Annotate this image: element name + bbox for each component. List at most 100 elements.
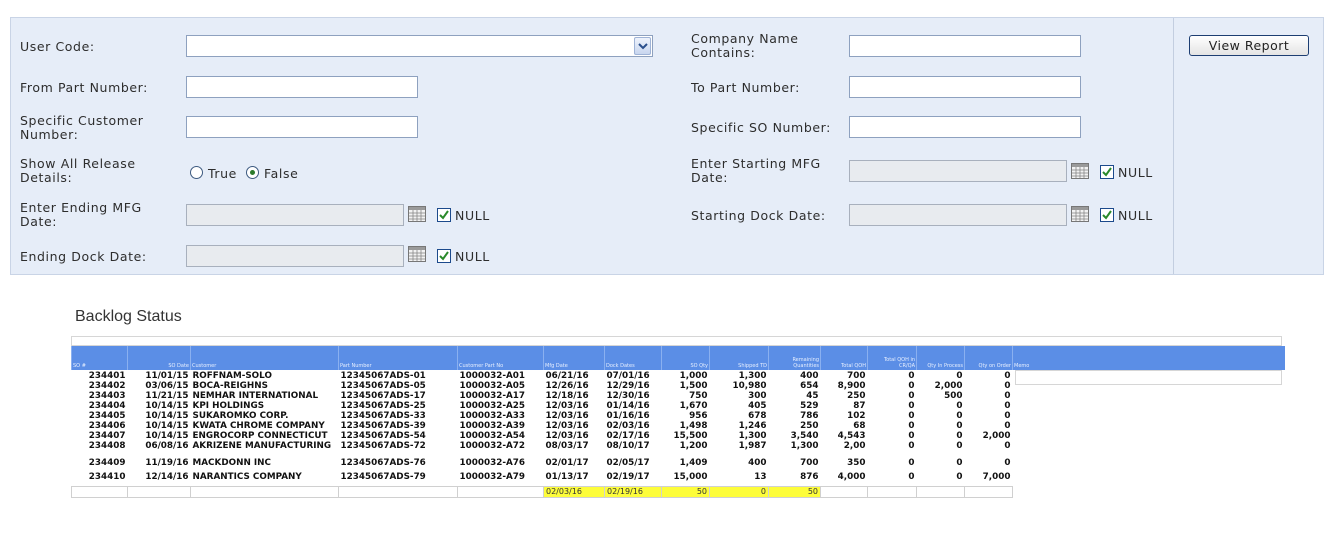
empty-total-cell [964, 485, 1013, 498]
table-cell: 1000032-A01 [459, 370, 526, 381]
report-toolbar-strip [71, 336, 1282, 346]
ending-dock-input[interactable] [186, 245, 404, 267]
table-cell: 234410 [88, 471, 126, 482]
table-row[interactable]: 234405 10/14/15 SUKAROMKO CORP. 12345067ADS… [72, 411, 1285, 421]
empty-total-cell [867, 485, 917, 498]
checkmark-icon[interactable] [437, 208, 451, 222]
table-cell: 234405 [88, 411, 126, 421]
table-row[interactable]: 234408 06/08/16 AKRIZENE MANUFACTURING 1234… [72, 441, 1285, 451]
table-cell: 0 [908, 401, 915, 411]
column-header[interactable]: SO Date [127, 346, 191, 370]
specific-so-input[interactable] [849, 116, 1081, 138]
show-all-release-label: Show All Release Details: [20, 156, 136, 185]
ending-mfg-null-checkbox[interactable]: NULL [437, 208, 497, 224]
table-cell: 1000032-A33 [459, 411, 526, 421]
table-cell: KPI HOLDINGS [192, 401, 265, 411]
ending-dock-null-checkbox[interactable]: NULL [437, 249, 497, 265]
user-code-select[interactable] [186, 35, 653, 57]
total-cell: 02/19/16 [604, 485, 662, 498]
from-part-input[interactable] [186, 76, 418, 98]
table-cell: 956 [689, 411, 708, 421]
starting-dock-input[interactable] [849, 204, 1067, 226]
starting-mfg-null-checkbox[interactable]: NULL [1100, 165, 1160, 181]
backlog-table: SO # SO Date Customer Part Number Custom… [71, 346, 1285, 498]
memo-cell [1013, 421, 1285, 431]
column-header[interactable]: SO # [71, 346, 128, 370]
column-header[interactable]: Total QOH [820, 346, 868, 370]
table-cell: 654 [800, 381, 819, 391]
checkmark-icon[interactable] [1100, 165, 1114, 179]
table-cell: 350 [847, 458, 866, 468]
column-header[interactable]: Customer [190, 346, 339, 370]
table-cell: ROFFNAM-SOLO [192, 370, 272, 381]
column-header[interactable]: SO Qty [661, 346, 710, 370]
column-header[interactable]: Shipped TD [709, 346, 769, 370]
calendar-icon[interactable] [408, 246, 426, 262]
column-header[interactable]: Dock Dates [604, 346, 662, 370]
table-row[interactable]: 234406 10/14/15 KWATA CHROME COMPANY 123450… [72, 421, 1285, 431]
table-cell: 02/05/17 [606, 458, 650, 468]
table-cell: 1000032-A54 [459, 431, 526, 441]
table-cell: 12345067ADS-33 [340, 411, 426, 421]
table-cell: 1,300 [738, 370, 767, 381]
checkmark-icon[interactable] [437, 249, 451, 263]
table-cell: 400 [800, 370, 819, 381]
table-cell: 1,246 [738, 421, 767, 431]
column-header[interactable]: Part Number [338, 346, 458, 370]
report-filter-panel: User Code: Company Name Contains: From P… [10, 17, 1324, 275]
calendar-icon[interactable] [408, 206, 426, 222]
table-cell: 12345067ADS-05 [340, 381, 426, 391]
column-header[interactable]: Customer Part No [457, 346, 544, 370]
table-cell: 11/21/15 [145, 391, 189, 401]
table-cell: 234407 [88, 431, 126, 441]
starting-dock-null-label: NULL [1118, 208, 1153, 223]
chevron-down-icon[interactable] [634, 37, 651, 55]
column-header[interactable]: Total QOH in CR/QA [867, 346, 917, 370]
column-header[interactable]: Remaining Quantities [768, 346, 821, 370]
starting-dock-null-checkbox[interactable]: NULL [1100, 208, 1160, 224]
table-cell: 12345067ADS-01 [340, 370, 426, 381]
table-cell: AKRIZENE MANUFACTURING [192, 441, 332, 451]
table-cell: 12/26/16 [545, 381, 589, 391]
calendar-icon[interactable] [1071, 206, 1089, 222]
column-header[interactable]: Memo [1012, 346, 1285, 370]
memo-cell [1013, 458, 1285, 468]
table-cell: 12/30/16 [606, 391, 650, 401]
table-row[interactable]: 234404 10/14/15 KPI HOLDINGS 12345067ADS-25… [72, 401, 1285, 411]
view-report-button[interactable]: View Report [1189, 35, 1309, 56]
table-cell: 234406 [88, 421, 126, 431]
table-cell: 12/03/16 [545, 401, 589, 411]
table-cell: 0 [956, 441, 963, 451]
ending-mfg-label: Enter Ending MFG Date: [20, 200, 142, 229]
table-cell: 1,498 [679, 421, 708, 431]
to-part-label: To Part Number: [691, 80, 800, 95]
specific-customer-input[interactable] [186, 116, 418, 138]
column-header[interactable]: Mfg Date [543, 346, 605, 370]
memo-cell [1013, 401, 1285, 411]
ending-mfg-input[interactable] [186, 204, 404, 226]
table-row[interactable]: 234409 11/19/16 MACKDONN INC 12345067ADS-76… [72, 458, 1285, 468]
table-cell: 0 [956, 370, 963, 381]
checkmark-icon[interactable] [1100, 208, 1114, 222]
table-row[interactable]: 234410 12/14/16 NARANTICS COMPANY 12345067A… [72, 468, 1285, 486]
table-cell: 10/14/15 [145, 431, 189, 441]
table-cell: 0 [1004, 458, 1011, 468]
column-header[interactable]: Qty on Order [964, 346, 1013, 370]
column-header[interactable]: Qty In Process [916, 346, 965, 370]
backlog-table-body: 234401 11/01/15 ROFFNAM-SOLO 12345067ADS-01… [71, 370, 1285, 498]
to-part-input[interactable] [849, 76, 1081, 98]
table-cell: 0 [956, 421, 963, 431]
table-cell: 786 [800, 411, 819, 421]
release-false-radio[interactable] [246, 166, 259, 179]
table-cell: 10,980 [732, 381, 767, 391]
release-true-radio[interactable] [190, 166, 203, 179]
company-name-input[interactable] [849, 35, 1081, 57]
table-cell: 1000032-A17 [459, 391, 526, 401]
table-cell: 700 [800, 458, 819, 468]
from-part-label: From Part Number: [20, 80, 148, 95]
starting-mfg-input[interactable] [849, 160, 1067, 182]
calendar-icon[interactable] [1071, 163, 1089, 179]
table-row[interactable]: 234407 10/14/15 ENGROCORP CONNECTICUT 12345… [72, 431, 1285, 441]
table-cell: 234403 [88, 391, 126, 401]
table-row[interactable]: 234403 11/21/15 NEMHAR INTERNATIONAL 123450… [72, 391, 1285, 401]
